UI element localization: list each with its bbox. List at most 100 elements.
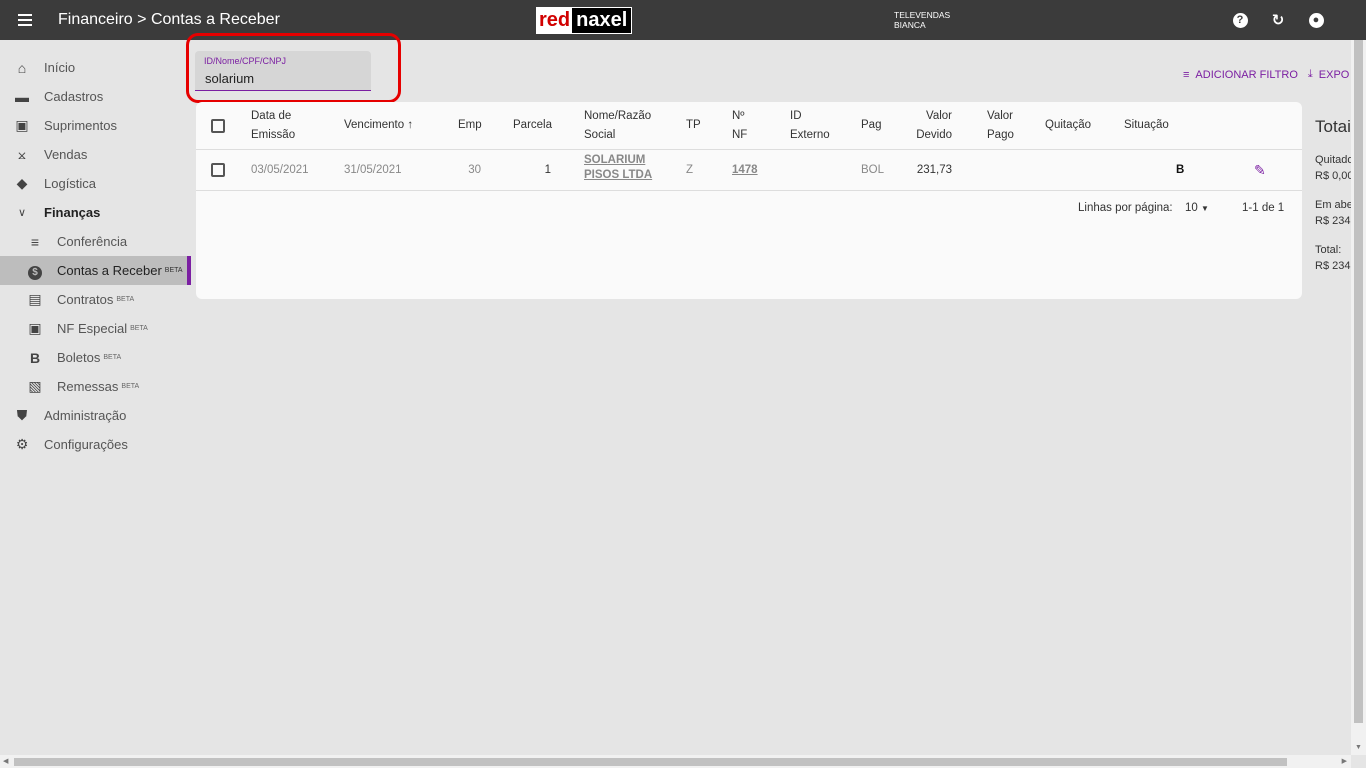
total-value: R$ 234,: [1315, 260, 1354, 272]
vertical-scrollbar-thumb[interactable]: [1354, 40, 1363, 723]
sidebar-item-label: Boletos: [57, 350, 101, 365]
sidebar-item-administracao[interactable]: ⛊ Administração: [0, 401, 192, 430]
user-name: BIANCA: [894, 20, 926, 30]
total-label: Total:: [1315, 244, 1342, 256]
chevron-down-icon: ∨: [17, 207, 27, 219]
col-header-situacao[interactable]: Situação: [1124, 116, 1169, 135]
col-header-nf[interactable]: Nº NF: [732, 107, 747, 145]
edit-pencil-icon[interactable]: ✎: [1254, 161, 1266, 180]
rows-per-page-select[interactable]: 10 ▼: [1185, 202, 1209, 214]
col-header-id-externo[interactable]: ID Externo: [790, 107, 830, 145]
sidebar-item-financas[interactable]: ∨ Finanças: [0, 198, 192, 227]
sidebar-item-configuracoes[interactable]: ⚙ Configurações: [0, 430, 192, 459]
row-checkbox[interactable]: [211, 163, 225, 177]
search-filter-field[interactable]: ID/Nome/CPF/CNPJ: [195, 51, 371, 91]
sidebar-item-cadastros[interactable]: ▬ Cadastros: [0, 82, 192, 111]
shield-icon: ⛊: [16, 407, 28, 423]
sidebar-item-label: Contas a Receber: [57, 263, 162, 278]
cell-emp: 30: [468, 164, 481, 176]
logo-naxel-text: naxel: [572, 8, 632, 33]
col-header-valor-pago[interactable]: Valor Pago: [987, 107, 1014, 145]
aberto-label: Em abe: [1315, 199, 1353, 211]
top-app-bar: Financeiro > Contas a Receber red naxel …: [0, 0, 1366, 40]
search-input[interactable]: [205, 71, 355, 86]
sidebar-item-label: Administração: [44, 408, 127, 423]
col-header-tp[interactable]: TP: [686, 116, 701, 135]
folder-icon: ▬: [15, 88, 29, 105]
sidebar-item-suprimentos[interactable]: ▣ Suprimentos: [0, 111, 192, 140]
logo-red-text: red: [537, 8, 573, 33]
vertical-scrollbar[interactable]: ▼: [1351, 40, 1366, 755]
refresh-icon[interactable]: ↻: [1268, 10, 1288, 30]
account-icon[interactable]: ●: [1306, 10, 1326, 30]
sidebar-item-contratos[interactable]: ▤ Contratos BETA: [0, 285, 192, 314]
nf-icon: ▣: [28, 320, 42, 336]
home-icon: ⌂: [17, 59, 27, 76]
search-filter-label: ID/Nome/CPF/CNPJ: [204, 56, 287, 66]
select-all-checkbox[interactable]: [211, 119, 225, 133]
sidebar-item-label: Suprimentos: [44, 118, 117, 133]
cell-emissao: 03/05/2021: [251, 164, 309, 176]
cell-tp: Z: [686, 164, 694, 176]
sidebar-item-remessas[interactable]: ▧ Remessas BETA: [0, 372, 192, 401]
table-header-row: Data de Emissão Vencimento ↑ Emp Parcela …: [196, 102, 1302, 150]
sidebar-item-label: Início: [44, 60, 76, 75]
sidebar-item-label: Contratos: [57, 292, 114, 307]
export-label: EXPO: [1318, 68, 1350, 81]
rednaxel-logo: red naxel: [536, 7, 633, 34]
dollar-icon: $: [25, 262, 45, 280]
beta-badge: BETA: [103, 354, 122, 361]
horizontal-scrollbar[interactable]: ◀ ▶: [0, 755, 1351, 768]
sidebar-item-contas-a-receber[interactable]: $ Contas a Receber BETA: [0, 256, 191, 285]
col-header-nome[interactable]: Nome/Razão Social: [584, 107, 651, 145]
sidebar-item-label: Cadastros: [44, 89, 104, 104]
sidebar-item-nf-especial[interactable]: ▣ NF Especial BETA: [0, 314, 192, 343]
menu-icon[interactable]: [18, 11, 38, 29]
checklist-icon: ≡: [30, 233, 40, 250]
sidebar-item-label: Conferência: [57, 234, 128, 249]
nf-number-link[interactable]: 1478: [732, 161, 758, 180]
diamond-icon: ◆: [16, 175, 28, 191]
col-header-emp[interactable]: Emp: [458, 116, 482, 135]
briefcase-icon: ▣: [15, 117, 29, 133]
dropdown-arrow-icon: ▼: [1201, 204, 1209, 213]
quitado-value: R$ 0,00: [1315, 170, 1354, 182]
scroll-down-arrow-icon[interactable]: ▼: [1355, 744, 1362, 751]
help-icon[interactable]: ?: [1230, 10, 1250, 30]
col-header-pag[interactable]: Pag: [861, 116, 881, 135]
beta-badge: BETA: [121, 383, 140, 390]
scroll-left-arrow-icon[interactable]: ◀: [3, 757, 8, 765]
col-header-valor-devido[interactable]: Valor Devido: [912, 107, 952, 145]
sidebar-item-logistica[interactable]: ◆ Logística: [0, 169, 192, 198]
sidebar-item-vendas[interactable]: ⨲ Vendas: [0, 140, 192, 169]
col-header-emissao[interactable]: Data de Emissão: [251, 107, 295, 145]
add-filter-label: ADICIONAR FILTRO: [1195, 68, 1298, 81]
sidebar-item-label: Remessas: [57, 379, 119, 394]
col-header-vencimento[interactable]: Vencimento ↑: [344, 116, 413, 135]
scroll-right-arrow-icon[interactable]: ▶: [1342, 757, 1347, 765]
sidebar-item-boletos[interactable]: B Boletos BETA: [0, 343, 192, 372]
cell-vencimento: 31/05/2021: [344, 164, 402, 176]
export-button[interactable]: ⤓ EXPO: [1308, 68, 1349, 81]
horizontal-scrollbar-thumb[interactable]: [14, 758, 1287, 766]
col-header-parcela[interactable]: Parcela: [513, 116, 552, 135]
image-stack-icon: ▧: [28, 378, 42, 394]
boleto-status-badge: B: [1176, 164, 1185, 176]
add-filter-button[interactable]: ≡ ADICIONAR FILTRO: [1183, 68, 1298, 81]
sidebar: ⌂ Início ▬ Cadastros ▣ Suprimentos ⨲ Ven…: [0, 40, 192, 459]
sidebar-item-label: Logística: [44, 176, 97, 191]
sidebar-item-label: NF Especial: [57, 321, 128, 336]
col-header-quitacao[interactable]: Quitação: [1045, 116, 1091, 135]
cell-valor-devido: 231,73: [916, 164, 952, 176]
sidebar-item-inicio[interactable]: ⌂ Início: [0, 53, 192, 82]
table-row[interactable]: 03/05/2021 31/05/2021 30 1 SOLARIUM PISOS…: [196, 150, 1302, 191]
customer-name-link[interactable]: SOLARIUM PISOS LTDA: [584, 153, 652, 183]
sidebar-item-conferencia[interactable]: ≡ Conferência: [0, 227, 192, 256]
download-icon: ⤓: [1307, 68, 1313, 80]
filter-icon: ≡: [1183, 68, 1190, 81]
beta-badge: BETA: [130, 325, 148, 332]
totals-panel: Totai Quitado R$ 0,00 Em abe R$ 234, Tot…: [1315, 117, 1354, 272]
contract-icon: ▤: [28, 291, 42, 307]
cell-pag: BOL: [861, 164, 885, 176]
boleto-icon: B: [29, 349, 41, 366]
